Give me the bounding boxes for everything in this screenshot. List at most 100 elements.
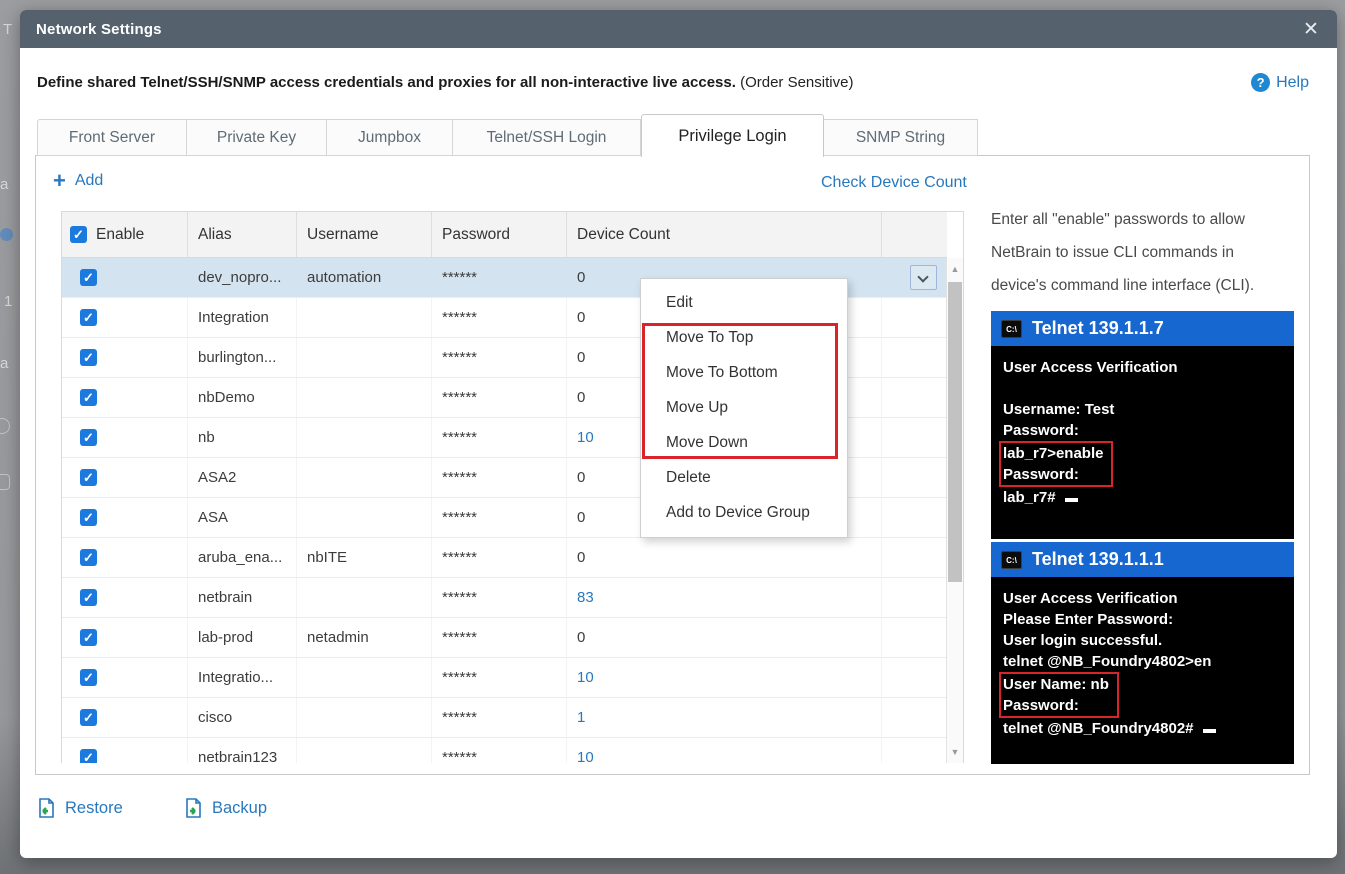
select-all-checkbox[interactable]: ✓ bbox=[70, 226, 87, 243]
alias-cell: nb bbox=[188, 418, 297, 457]
scroll-down-icon[interactable]: ▼ bbox=[947, 744, 963, 760]
terminal-line: Password: bbox=[1003, 420, 1282, 441]
tab-telnet-ssh-login[interactable]: Telnet/SSH Login bbox=[453, 119, 641, 156]
username-cell bbox=[297, 458, 432, 497]
row-checkbox[interactable]: ✓ bbox=[80, 349, 97, 366]
row-checkbox[interactable]: ✓ bbox=[80, 589, 97, 606]
menu-item-move-down[interactable]: Move Down bbox=[641, 425, 847, 460]
terminal-card-1: C:\ Telnet 139.1.1.7 User Access Verific… bbox=[991, 311, 1294, 539]
username-cell: netadmin bbox=[297, 618, 432, 657]
add-button[interactable]: + Add bbox=[53, 172, 103, 190]
row-checkbox[interactable]: ✓ bbox=[80, 429, 97, 446]
enable-cell: ✓ bbox=[62, 258, 188, 297]
column-header-device-count: Device Count bbox=[567, 212, 882, 257]
table-scrollbar[interactable]: ▲ ▼ bbox=[946, 258, 963, 763]
terminal-card-2: C:\ Telnet 139.1.1.1 User Access Verific… bbox=[991, 542, 1294, 764]
table-row[interactable]: ✓netbrain123******10 bbox=[62, 738, 947, 763]
alias-cell: dev_nopro... bbox=[188, 258, 297, 297]
row-checkbox[interactable]: ✓ bbox=[80, 709, 97, 726]
password-cell: ****** bbox=[432, 698, 567, 737]
backup-button[interactable]: Backup bbox=[185, 798, 267, 819]
password-cell: ****** bbox=[432, 538, 567, 577]
row-checkbox[interactable]: ✓ bbox=[80, 549, 97, 566]
scrollbar-thumb[interactable] bbox=[948, 282, 962, 582]
column-label: Enable bbox=[96, 226, 144, 244]
row-checkbox[interactable]: ✓ bbox=[80, 749, 97, 763]
tab-jumpbox[interactable]: Jumpbox bbox=[327, 119, 453, 156]
menu-item-add-to-device-group[interactable]: Add to Device Group bbox=[641, 495, 847, 530]
table-row[interactable]: ✓netbrain******83 bbox=[62, 578, 947, 618]
terminal-line: telnet @NB_Foundry4802>en bbox=[1003, 651, 1282, 672]
plus-icon: + bbox=[53, 172, 66, 190]
device-count-link[interactable]: 10 bbox=[567, 658, 882, 697]
alias-cell: netbrain123 bbox=[188, 738, 297, 763]
terminal-line: Password: bbox=[1003, 464, 1103, 485]
network-settings-dialog: Network Settings ✕ Define shared Telnet/… bbox=[20, 10, 1337, 858]
help-label: Help bbox=[1276, 74, 1309, 92]
row-checkbox[interactable]: ✓ bbox=[80, 509, 97, 526]
close-icon[interactable]: ✕ bbox=[1299, 18, 1323, 42]
username-cell: nbITE bbox=[297, 538, 432, 577]
row-checkbox[interactable]: ✓ bbox=[80, 669, 97, 686]
username-cell: automation bbox=[297, 258, 432, 297]
restore-button[interactable]: Restore bbox=[38, 798, 123, 819]
background-shape bbox=[0, 228, 13, 241]
tab-snmp-string[interactable]: SNMP String bbox=[824, 119, 978, 156]
menu-item-delete[interactable]: Delete bbox=[641, 460, 847, 495]
row-checkbox[interactable]: ✓ bbox=[80, 269, 97, 286]
row-checkbox[interactable]: ✓ bbox=[80, 389, 97, 406]
alias-cell: ASA bbox=[188, 498, 297, 537]
terminal-line: Please Enter Password: bbox=[1003, 609, 1282, 630]
device-count-link[interactable]: 83 bbox=[567, 578, 882, 617]
enable-cell: ✓ bbox=[62, 578, 188, 617]
enable-cell: ✓ bbox=[62, 378, 188, 417]
background-fragment: 1 bbox=[4, 293, 12, 310]
device-count-link[interactable]: 10 bbox=[567, 738, 882, 763]
alias-cell: burlington... bbox=[188, 338, 297, 377]
username-cell bbox=[297, 378, 432, 417]
menu-item-move-to-bottom[interactable]: Move To Bottom bbox=[641, 355, 847, 390]
table-row[interactable]: ✓aruba_ena...nbITE******0 bbox=[62, 538, 947, 578]
table-row[interactable]: ✓Integratio...******10 bbox=[62, 658, 947, 698]
row-checkbox[interactable]: ✓ bbox=[80, 469, 97, 486]
password-cell: ****** bbox=[432, 378, 567, 417]
tab-front-server[interactable]: Front Server bbox=[37, 119, 187, 156]
terminal-title: Telnet 139.1.1.7 bbox=[1032, 318, 1164, 339]
enable-cell: ✓ bbox=[62, 458, 188, 497]
table-row[interactable]: ✓ cisco ******1 bbox=[62, 698, 947, 738]
check-device-count-link[interactable]: Check Device Count bbox=[821, 174, 967, 192]
password-cell: ****** bbox=[432, 298, 567, 337]
username-cell bbox=[297, 698, 432, 737]
menu-item-move-to-top[interactable]: Move To Top bbox=[641, 320, 847, 355]
terminal-line: User login successful. bbox=[1003, 630, 1282, 651]
row-checkbox[interactable]: ✓ bbox=[80, 309, 97, 326]
menu-item-edit[interactable]: Edit bbox=[641, 285, 847, 320]
password-cell: ****** bbox=[432, 458, 567, 497]
alias-cell: Integratio... bbox=[188, 658, 297, 697]
password-cell: ****** bbox=[432, 258, 567, 297]
enable-cell: ✓ bbox=[62, 338, 188, 377]
tab-bar: Front ServerPrivate KeyJumpboxTelnet/SSH… bbox=[37, 113, 978, 156]
alias-cell: lab-prod bbox=[188, 618, 297, 657]
menu-item-move-up[interactable]: Move Up bbox=[641, 390, 847, 425]
alias-cell: cisco bbox=[188, 698, 297, 737]
scroll-up-icon[interactable]: ▲ bbox=[947, 261, 963, 277]
username-cell bbox=[297, 298, 432, 337]
terminal-line: User Access Verification bbox=[1003, 357, 1282, 378]
help-link[interactable]: ? Help bbox=[1251, 73, 1309, 92]
terminal-title: Telnet 139.1.1.1 bbox=[1032, 549, 1164, 570]
row-actions-dropdown-button[interactable] bbox=[910, 265, 937, 290]
password-cell: ****** bbox=[432, 338, 567, 377]
tab-privilege-login[interactable]: Privilege Login bbox=[641, 114, 824, 157]
row-checkbox[interactable]: ✓ bbox=[80, 629, 97, 646]
tab-private-key[interactable]: Private Key bbox=[187, 119, 327, 156]
device-count-link[interactable]: 1 bbox=[567, 698, 882, 737]
restore-icon bbox=[38, 798, 56, 819]
username-cell bbox=[297, 658, 432, 697]
table-row[interactable]: ✓lab-prodnetadmin******0 bbox=[62, 618, 947, 658]
username-cell bbox=[297, 738, 432, 763]
alias-cell: Integration bbox=[188, 298, 297, 337]
device-count-cell: 0 bbox=[567, 618, 882, 657]
backup-label: Backup bbox=[212, 799, 267, 818]
terminal-line: Password: bbox=[1003, 695, 1109, 716]
